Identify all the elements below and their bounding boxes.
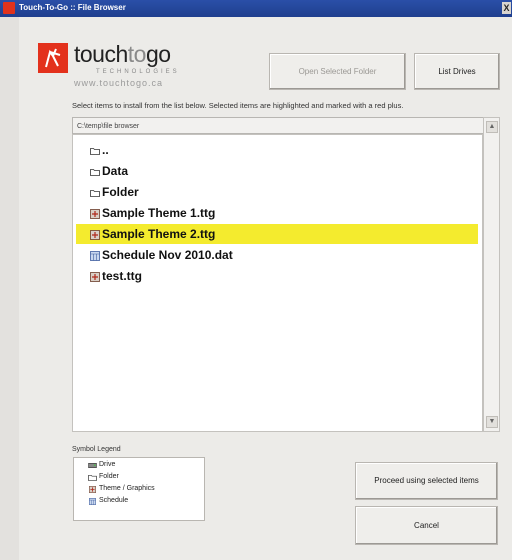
open-selected-folder-button[interactable]: Open Selected Folder	[269, 53, 406, 90]
file-list-item[interactable]: Sample Theme 2.ttg	[76, 224, 478, 244]
logo-subline: TECHNOLOGIES	[96, 69, 180, 75]
legend-item-label: Drive	[99, 461, 116, 468]
logo-brand-touch: touch	[74, 41, 128, 67]
file-list-item-label: Data	[102, 164, 129, 178]
file-list-item-label: Sample Theme 1.ttg	[102, 206, 216, 220]
file-list-item[interactable]: Schedule Nov 2010.dat	[76, 245, 478, 265]
app-icon	[3, 2, 15, 14]
theme-icon	[90, 271, 100, 282]
folder-icon	[90, 166, 100, 176]
symbol-legend: Drive Folder Theme / Graphics Schedule	[73, 457, 205, 521]
logo-url: www.touchtogo.ca	[74, 78, 164, 88]
schedule-icon	[90, 250, 100, 261]
list-drives-button[interactable]: List Drives	[414, 53, 500, 90]
file-browser-window: Touch-To-Go :: File Browser X touchtogo …	[0, 0, 512, 560]
drive-icon	[88, 462, 97, 469]
file-list-item-label: ..	[102, 143, 109, 157]
file-list-item[interactable]: Folder	[76, 182, 478, 202]
title-bar[interactable]: Touch-To-Go :: File Browser X	[0, 0, 512, 17]
file-list-scrollbar[interactable]: ▲ ▼	[483, 117, 500, 432]
file-list-item-label: test.ttg	[102, 269, 142, 283]
file-list-item[interactable]: Sample Theme 1.ttg	[76, 203, 478, 223]
folder-icon	[88, 474, 97, 481]
theme-icon	[90, 229, 100, 240]
schedule-icon	[88, 498, 97, 505]
logo-wordmark: touchtogo	[74, 41, 171, 68]
file-list-item[interactable]: ..	[76, 140, 478, 160]
legend-item-label: Schedule	[99, 497, 129, 504]
scroll-up-arrow-icon[interactable]: ▲	[486, 121, 498, 133]
logo-brand-to: to	[127, 41, 147, 67]
instructions-text: Select items to install from the list be…	[72, 101, 404, 110]
theme-icon	[88, 486, 97, 493]
theme-icon	[90, 208, 100, 219]
touch-to-go-logo: touchtogo TECHNOLOGIES www.touchtogo.ca	[38, 39, 198, 99]
file-list-item[interactable]: test.ttg	[76, 266, 478, 286]
proceed-button[interactable]: Proceed using selected items	[355, 462, 498, 500]
file-list[interactable]: .. Data Folder Sample Theme 1.ttg Sample The…	[72, 134, 483, 432]
logo-mark-icon	[38, 43, 68, 73]
cancel-button[interactable]: Cancel	[355, 506, 498, 545]
legend-item-label: Folder	[99, 473, 119, 480]
symbol-legend-title: Symbol Legend	[72, 446, 121, 453]
legend-item-label: Theme / Graphics	[99, 485, 155, 492]
folder-icon	[90, 145, 100, 155]
file-list-item-label: Schedule Nov 2010.dat	[102, 248, 233, 262]
current-path: C:\temp\file browser	[72, 117, 500, 134]
folder-icon	[90, 187, 100, 197]
logo-brand-go: go	[145, 41, 171, 67]
scroll-down-arrow-icon[interactable]: ▼	[486, 416, 498, 428]
file-list-item-label: Folder	[102, 185, 139, 199]
file-list-item[interactable]: Data	[76, 161, 478, 181]
close-window-button[interactable]: X	[502, 2, 511, 14]
file-list-item-label: Sample Theme 2.ttg	[102, 227, 216, 241]
window-title: Touch-To-Go :: File Browser	[19, 3, 126, 12]
